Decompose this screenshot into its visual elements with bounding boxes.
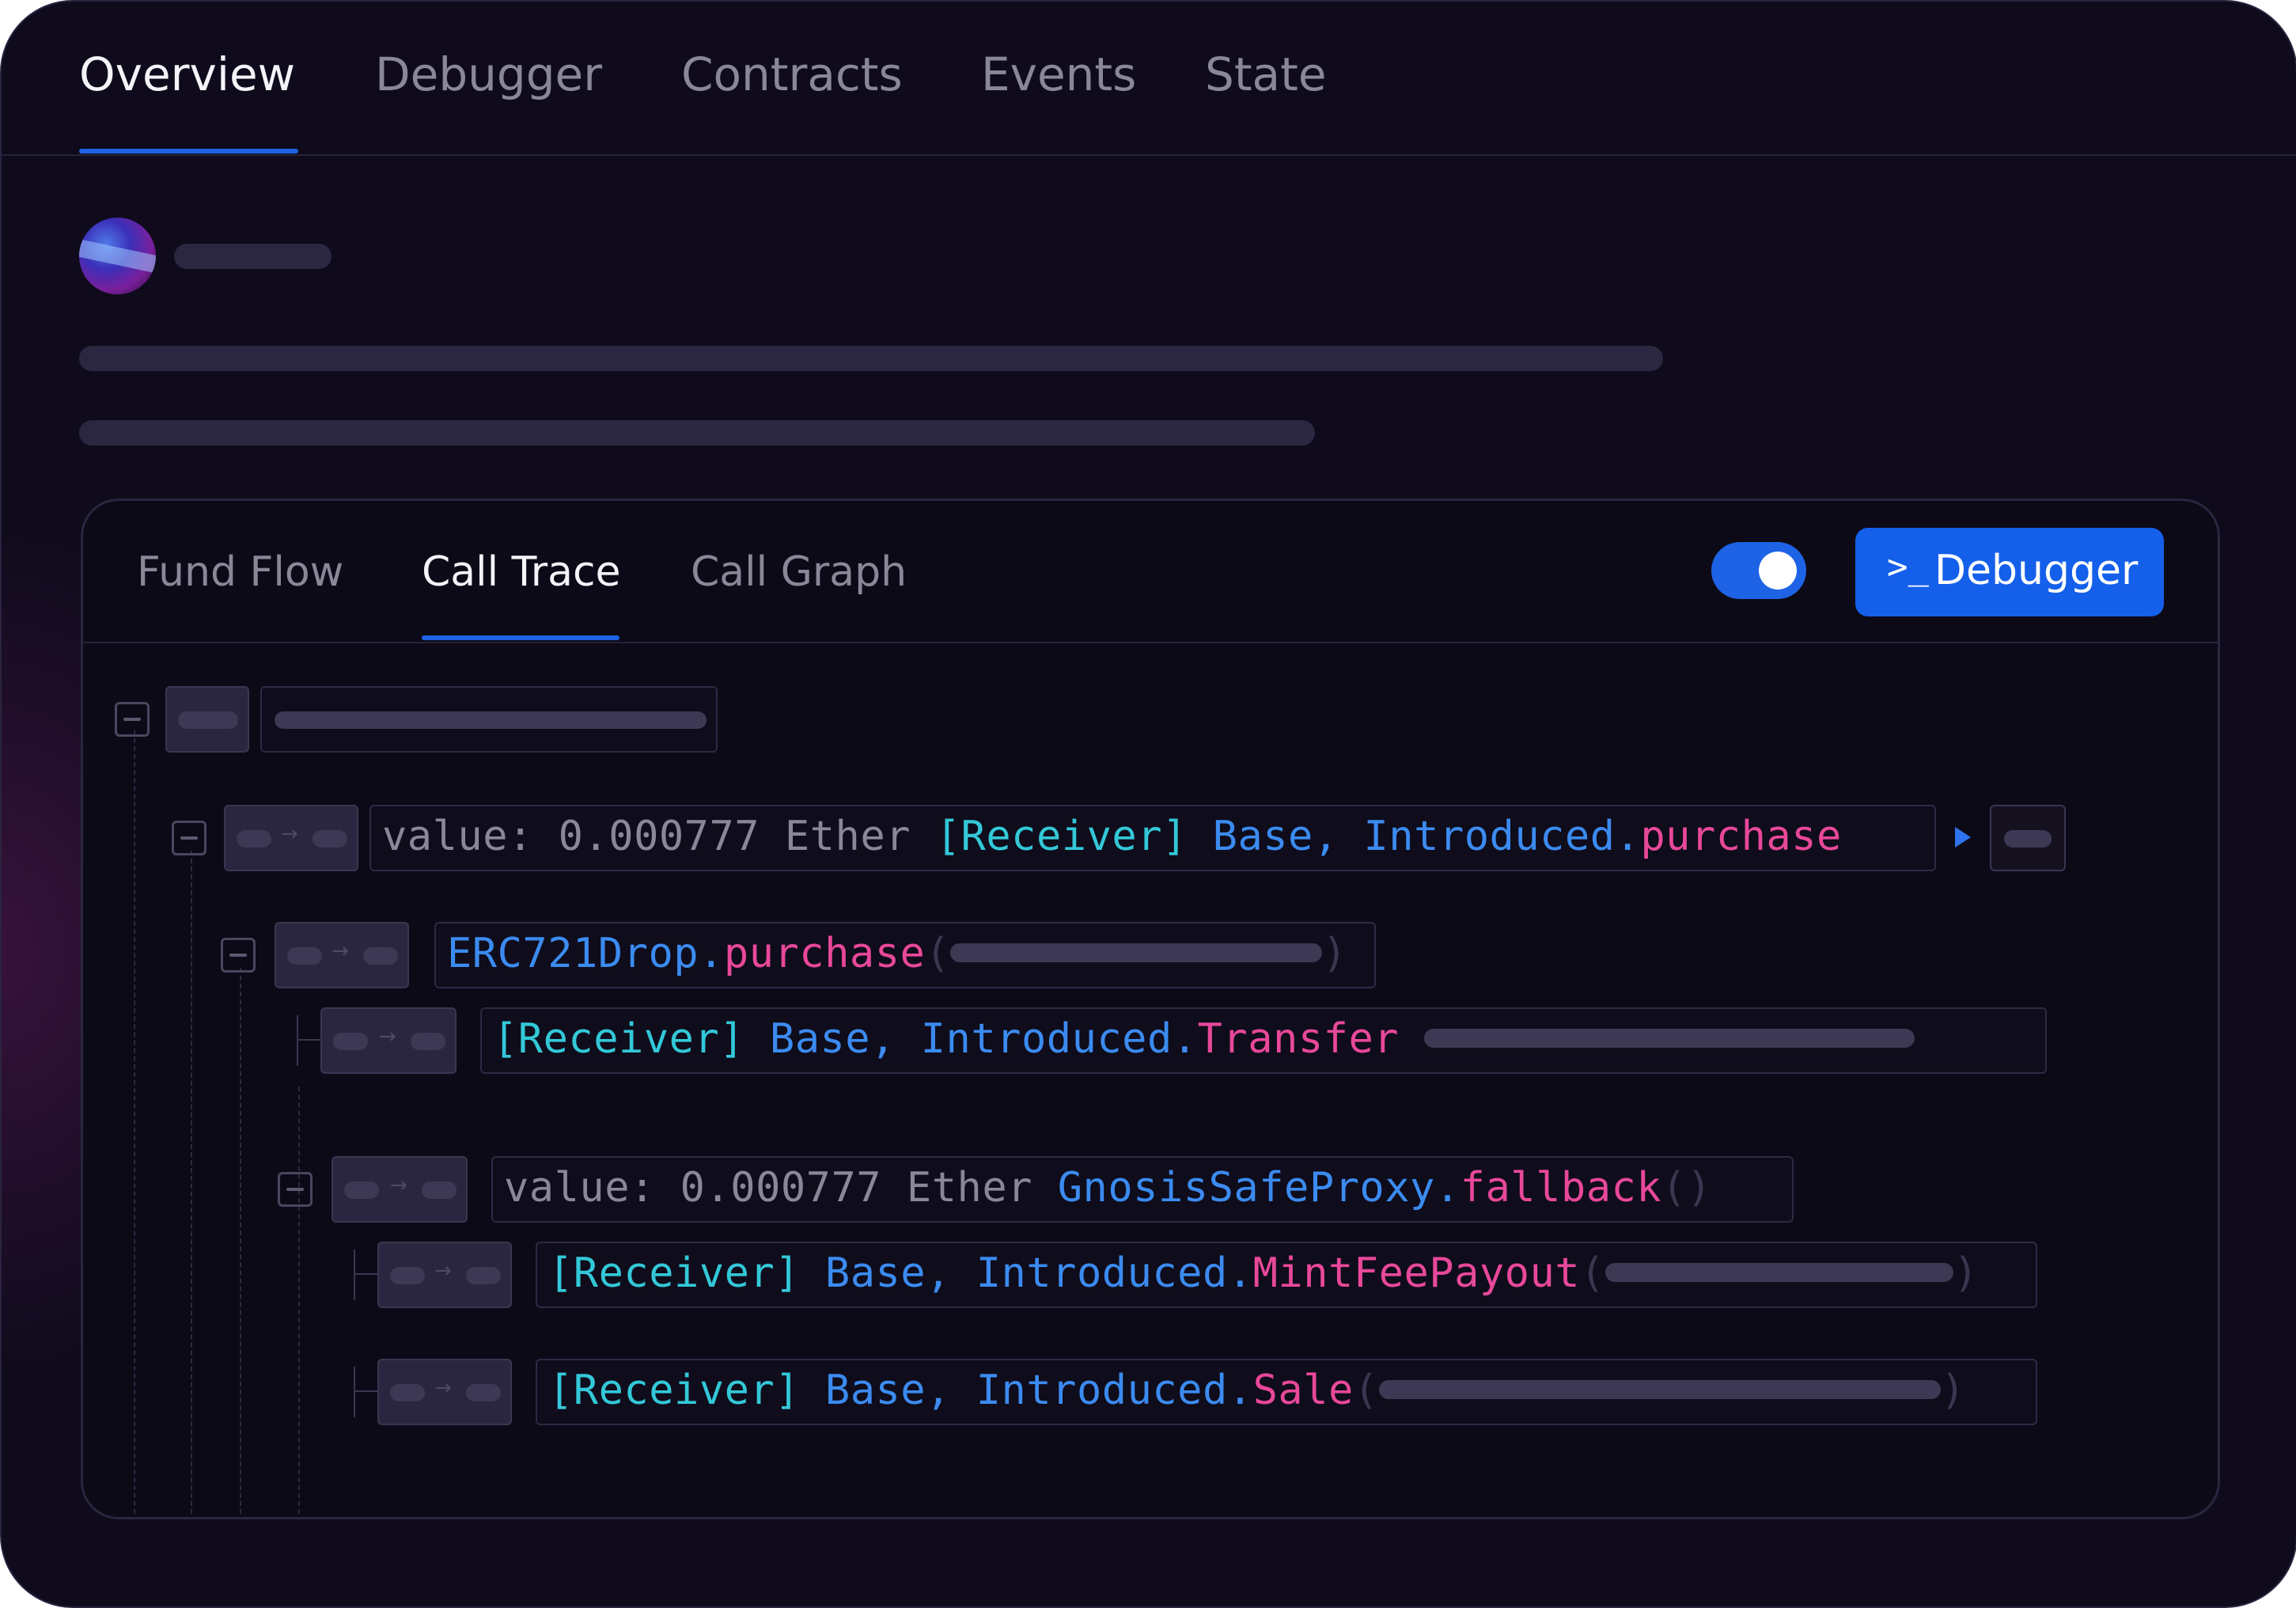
event-row[interactable]: [Receiver] Base, Introduced.Sale() <box>536 1359 2037 1425</box>
tree-connector <box>297 1015 298 1066</box>
receiver-label: [Receiver] <box>548 1250 801 1297</box>
tree-guide-line <box>298 1087 300 1514</box>
name-placeholder <box>174 244 332 269</box>
tab-state[interactable]: State <box>1205 47 1327 101</box>
method-name: purchase <box>723 930 926 977</box>
call-value: value: 0.000777 Ether <box>504 1164 1058 1212</box>
collapse-icon[interactable] <box>278 1172 313 1207</box>
active-tab-indicator <box>79 149 298 154</box>
args-placeholder <box>1605 1263 1953 1282</box>
text-placeholder-line <box>79 346 1663 371</box>
receiver-label: [Receiver] <box>493 1015 745 1063</box>
collapse-icon[interactable] <box>172 821 206 855</box>
toggle-knob <box>1759 552 1797 590</box>
event-name: Sale <box>1252 1367 1354 1414</box>
call-trace-tree: → value: 0.000777 Ether [Receiver] Base,… <box>83 643 2218 1514</box>
tree-connector <box>297 1039 320 1041</box>
tree-guide-line <box>134 730 135 1514</box>
panel-tabs: Fund Flow Call Trace Call Graph >_ Debug… <box>83 501 2218 643</box>
call-type-tag: → <box>224 805 358 871</box>
active-tab-indicator <box>422 635 619 640</box>
arrow-right-icon: → <box>281 822 298 846</box>
args-placeholder <box>1423 1029 1915 1048</box>
receiver-label: [Receiver] <box>548 1367 801 1414</box>
terminal-icon: >_ <box>1887 547 1929 587</box>
tab-fund-flow[interactable]: Fund Flow <box>137 548 343 596</box>
call-type-tag: → <box>320 1007 457 1074</box>
contract-name: Base, Introduced <box>800 1367 1228 1414</box>
call-type-tag: → <box>332 1156 468 1223</box>
contract-name: Base, Introduced <box>800 1250 1228 1297</box>
receiver-label: [Receiver] <box>935 813 1188 860</box>
event-name: Transfer <box>1197 1015 1400 1063</box>
contract-name: Base, Introduced <box>1187 813 1616 860</box>
collapse-icon[interactable] <box>115 702 150 737</box>
method-name: fallback <box>1460 1164 1662 1212</box>
tree-guide-line <box>240 968 241 1514</box>
call-row[interactable]: value: 0.000777 Ether [Receiver] Base, I… <box>369 805 1936 871</box>
arrow-right-icon: → <box>434 1376 452 1400</box>
tree-connector <box>354 1273 377 1275</box>
open-debugger-button[interactable]: >_ Debugger <box>1855 528 2164 616</box>
event-name: MintFeePayout <box>1252 1250 1581 1297</box>
contract-name: ERC721Drop <box>447 930 699 977</box>
call-type-tag: → <box>377 1359 512 1425</box>
args-placeholder <box>950 943 1323 962</box>
app-window: Overview Debugger Contracts Events State… <box>0 0 2296 1608</box>
root-call-box[interactable] <box>260 686 718 753</box>
avatar <box>79 218 156 294</box>
arrow-right-icon: → <box>332 939 349 963</box>
text-placeholder-line <box>79 420 1315 446</box>
trace-panel: Fund Flow Call Trace Call Graph >_ Debug… <box>81 499 2220 1519</box>
tab-call-trace[interactable]: Call Trace <box>422 548 621 596</box>
arrow-right-icon: → <box>390 1174 407 1197</box>
tree-connector <box>354 1390 377 1392</box>
contract-name: GnosisSafeProxy <box>1057 1164 1435 1212</box>
top-nav: Overview Debugger Contracts Events State <box>2 2 2296 156</box>
play-icon[interactable] <box>1955 827 1971 848</box>
arrow-right-icon: → <box>379 1025 396 1049</box>
debugger-button-label: Debugger <box>1934 547 2139 594</box>
return-value-box[interactable] <box>1990 805 2066 871</box>
method-name: purchase <box>1640 813 1842 860</box>
call-row[interactable]: value: 0.000777 Ether GnosisSafeProxy.fa… <box>491 1156 1794 1223</box>
tree-connector <box>354 1250 355 1300</box>
call-type-tag: → <box>275 922 409 988</box>
contract-name: Base, Introduced <box>744 1015 1173 1063</box>
tab-contracts[interactable]: Contracts <box>681 47 903 101</box>
tab-debugger[interactable]: Debugger <box>375 47 602 101</box>
tree-guide-line <box>191 851 192 1514</box>
call-value: value: 0.000777 Ether <box>382 813 936 860</box>
tab-events[interactable]: Events <box>981 47 1136 101</box>
tree-connector <box>354 1367 355 1417</box>
arrow-right-icon: → <box>434 1259 452 1283</box>
event-row[interactable]: [Receiver] Base, Introduced.MintFeePayou… <box>536 1242 2037 1308</box>
tab-overview[interactable]: Overview <box>79 47 295 101</box>
call-type-tag <box>165 686 249 753</box>
tab-call-graph[interactable]: Call Graph <box>691 548 907 596</box>
call-row[interactable]: ERC721Drop.purchase() <box>434 922 1376 988</box>
view-toggle[interactable] <box>1711 542 1806 599</box>
event-row[interactable]: [Receiver] Base, Introduced.Transfer <box>480 1007 2047 1074</box>
collapse-icon[interactable] <box>221 938 256 973</box>
call-type-tag: → <box>377 1242 512 1308</box>
args-placeholder <box>1378 1380 1941 1399</box>
